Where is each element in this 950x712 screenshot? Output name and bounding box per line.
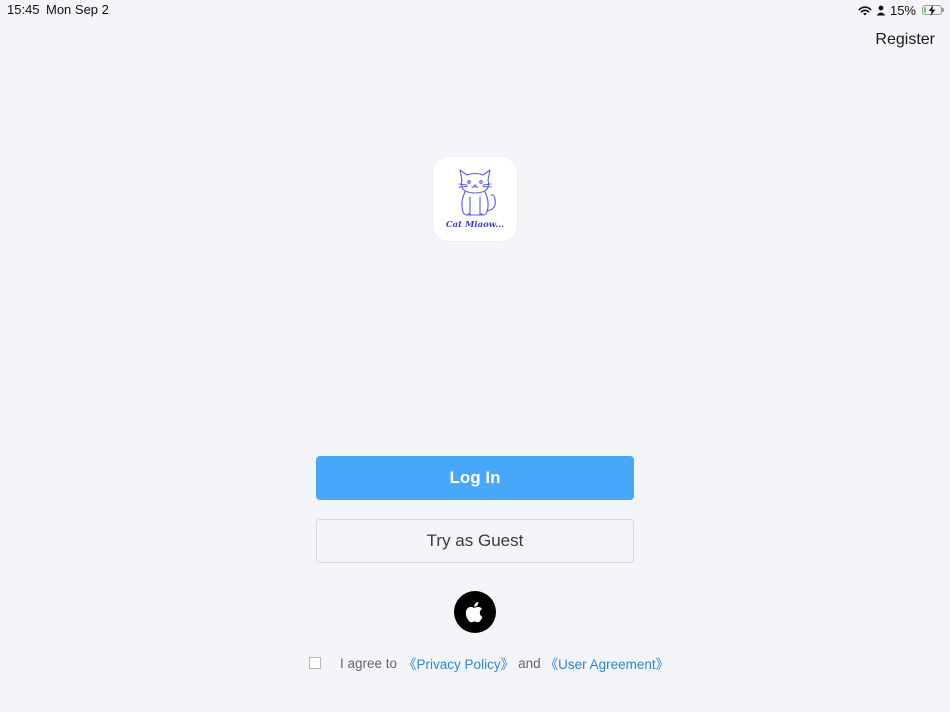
user-agreement-link[interactable]: 《User Agreement》 bbox=[545, 653, 670, 673]
privacy-policy-link[interactable]: 《Privacy Policy》 bbox=[403, 653, 514, 673]
login-button[interactable]: Log In bbox=[316, 456, 634, 500]
agree-checkbox[interactable] bbox=[309, 657, 321, 669]
status-indicators: 15% bbox=[858, 2, 944, 18]
wifi-icon bbox=[858, 5, 872, 16]
cat-logo-icon: Cat Miaow... bbox=[446, 169, 504, 230]
logo-caption: Cat Miaow... bbox=[446, 220, 504, 230]
guest-button[interactable]: Try as Guest bbox=[316, 519, 634, 563]
battery-level bbox=[924, 7, 926, 13]
battery-percent: 15% bbox=[889, 2, 916, 18]
and-text: and bbox=[518, 655, 541, 671]
agree-text: I agree to bbox=[340, 655, 398, 671]
status-time: 15:45 bbox=[7, 2, 40, 17]
person-icon bbox=[876, 5, 886, 16]
battery-charging-icon bbox=[922, 5, 944, 16]
status-bar: 15:45 Mon Sep 2 15% bbox=[0, 0, 950, 20]
apple-icon bbox=[465, 601, 483, 623]
register-button[interactable]: Register bbox=[875, 31, 935, 49]
status-date: Mon Sep 2 bbox=[46, 2, 109, 17]
app-logo: Cat Miaow... bbox=[433, 157, 517, 241]
apple-signin-button[interactable] bbox=[454, 591, 496, 633]
agreement-row: I agree to 《Privacy Policy》 and 《User Ag… bbox=[309, 654, 669, 672]
